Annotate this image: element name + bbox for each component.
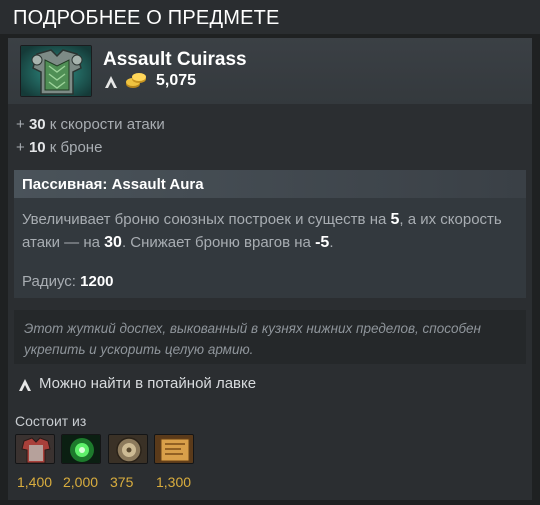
item-header: Assault Cuirass 5,075: [8, 38, 532, 104]
chainmail-icon[interactable]: [15, 434, 55, 464]
attribute-attack-speed: + 30 к скорости атаки: [16, 116, 165, 133]
item-name: Assault Cuirass: [103, 49, 247, 70]
attribute-armor: + 10 к броне: [16, 139, 103, 156]
component-item[interactable]: 375: [108, 434, 148, 490]
armor-cuirass-icon[interactable]: [20, 45, 92, 97]
ability-header: Пассивная: Assault Aura: [14, 170, 526, 198]
ability-title: Пассивная: Assault Aura: [22, 176, 204, 193]
component-item[interactable]: 1,300: [154, 434, 194, 490]
lore-block: Этот жуткий доспех, выкованный в кузнях …: [14, 310, 526, 364]
components-list: 1,400 2,000 375 1,300: [15, 434, 255, 494]
secret-shop-icon: [105, 76, 117, 88]
component-item[interactable]: 1,400: [15, 434, 55, 490]
hyperstone-icon[interactable]: [61, 434, 101, 464]
ability-radius: Радиус: 1200: [22, 273, 114, 290]
lore-text: Этот жуткий доспех, выкованный в кузнях …: [24, 321, 481, 357]
ability-block: Пассивная: Assault Aura Увеличивает брон…: [14, 170, 526, 298]
ability-description: Увеличивает броню союзных построек и сущ…: [22, 211, 502, 251]
component-price: 2,000: [63, 474, 99, 490]
panel-header: ПОДРОБНЕЕ О ПРЕДМЕТЕ: [0, 0, 540, 34]
secret-shop-icon: [19, 379, 31, 391]
components-label: Состоит из: [15, 413, 87, 429]
platemail-recipe-icon[interactable]: [154, 434, 194, 464]
component-price: 1,400: [17, 474, 53, 490]
item-attributes: + 30 к скорости атаки + 10 к броне: [16, 113, 165, 159]
buckler-icon[interactable]: [108, 434, 148, 464]
component-price: 375: [110, 474, 134, 490]
item-cost: 5,075: [156, 72, 197, 89]
panel-title: ПОДРОБНЕЕ О ПРЕДМЕТЕ: [13, 7, 280, 29]
gold-coins-icon: [126, 73, 146, 88]
secret-shop-text: Можно найти в потайной лавке: [39, 375, 257, 392]
component-item[interactable]: 2,000: [61, 434, 101, 490]
item-tooltip-card: Assault Cuirass 5,075 + 30 к скорости ат…: [8, 38, 532, 500]
component-price: 1,300: [156, 474, 192, 490]
